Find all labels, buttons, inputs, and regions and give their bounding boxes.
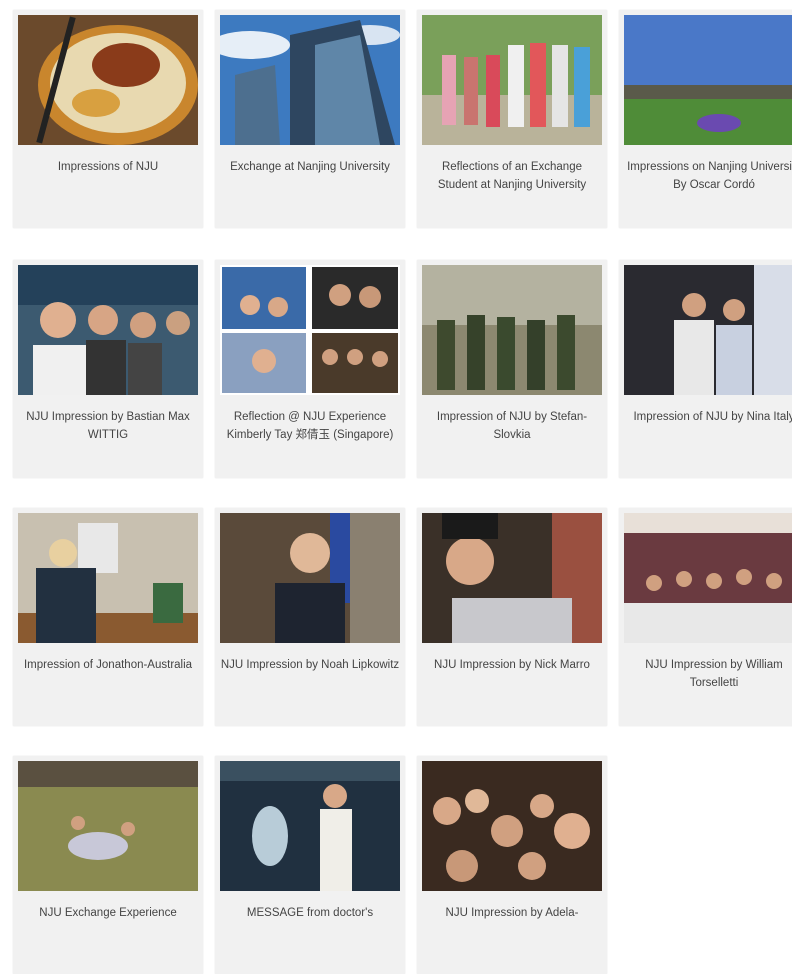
article-card-reflections-exchange-student[interactable]: Reflections of an Exchange Student at Na… [417,10,607,228]
stadium-selfie-photo[interactable] [18,265,198,395]
card-caption[interactable]: Impression of Jonathon-Australia [17,656,199,674]
card-caption[interactable]: Exchange at Nanjing University [219,158,401,176]
article-card-exchange-experience[interactable]: NJU Exchange Experience [13,756,203,974]
article-card-nina[interactable]: Impression of NJU by Nina Italy [619,260,792,478]
picnic-lawn-photo[interactable] [18,761,198,891]
article-card-adela[interactable]: NJU Impression by Adela- [417,756,607,974]
portrait-photo[interactable] [220,513,400,643]
card-caption[interactable]: NJU Exchange Experience [17,904,199,922]
article-card-impressions-of-nju[interactable]: Impressions of NJU [13,10,203,228]
card-caption[interactable]: Impression of NJU by Stefan-Slovkia [421,408,603,444]
party-selfie-photo[interactable] [422,761,602,891]
card-caption[interactable]: NJU Impression by Adela- [421,904,603,922]
campus-lawn-photo[interactable] [624,15,792,145]
museum-vase-photo[interactable] [220,761,400,891]
performance-photo[interactable] [624,265,792,395]
noodle-bowl-photo[interactable] [18,15,198,145]
forest-group-photo[interactable] [422,265,602,395]
article-card-message-doctor[interactable]: MESSAGE from doctor's [215,756,405,974]
article-card-bastian[interactable]: NJU Impression by Bastian Max WITTIG [13,260,203,478]
group-students-photo[interactable] [422,15,602,145]
article-card-noah[interactable]: NJU Impression by Noah Lipkowitz [215,508,405,726]
article-card-nick[interactable]: NJU Impression by Nick Marro [417,508,607,726]
card-caption[interactable]: Reflections of an Exchange Student at Na… [421,158,603,194]
article-card-exchange-at-nanjing[interactable]: Exchange at Nanjing University [215,10,405,228]
article-card-impressions-oscar[interactable]: Impressions on Nanjing University By Osc… [619,10,792,228]
card-caption[interactable]: NJU Impression by William Torselletti [623,656,792,692]
card-caption[interactable]: NJU Impression by Noah Lipkowitz [219,656,401,674]
card-caption[interactable]: Reflection @ NJU Experience Kimberly Tay… [219,408,401,444]
card-caption[interactable]: Impression of NJU by Nina Italy [623,408,792,426]
card-caption[interactable]: MESSAGE from doctor's [219,904,401,922]
smiling-portrait-photo[interactable] [422,513,602,643]
card-caption[interactable]: Impressions of NJU [17,158,199,176]
article-card-william[interactable]: NJU Impression by William Torselletti [619,508,792,726]
campus-building-photo[interactable] [220,15,400,145]
banquet-photo[interactable] [624,513,792,643]
article-card-stefan[interactable]: Impression of NJU by Stefan-Slovkia [417,260,607,478]
card-caption[interactable]: Impressions on Nanjing University By Osc… [623,158,792,194]
card-caption[interactable]: NJU Impression by Bastian Max WITTIG [17,408,199,444]
card-caption[interactable]: NJU Impression by Nick Marro [421,656,603,674]
article-card-jonathon[interactable]: Impression of Jonathon-Australia [13,508,203,726]
photo-collage[interactable] [220,265,400,395]
classroom-photo[interactable] [18,513,198,643]
article-card-kimberly[interactable]: Reflection @ NJU Experience Kimberly Tay… [215,260,405,478]
